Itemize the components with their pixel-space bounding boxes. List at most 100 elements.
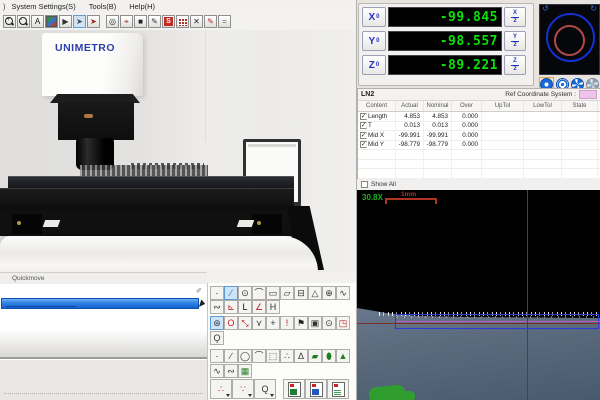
- toolbox-row: ∴∵Q✛: [210, 379, 357, 399]
- table-row[interactable]: ✓Mid X-99.991-99.9910.000: [358, 131, 600, 141]
- step-tool-icon[interactable]: L: [238, 300, 252, 314]
- menu-item[interactable]: Help(H): [129, 2, 155, 11]
- measure-points-button[interactable]: ∴: [210, 379, 232, 399]
- polygon-tool-icon[interactable]: ▱: [280, 286, 294, 300]
- text-label-icon[interactable]: A: [31, 15, 44, 28]
- table-row[interactable]: ✓Length4.8534.8530.000: [358, 112, 600, 122]
- axis-zero-button-x[interactable]: X0: [362, 7, 386, 27]
- menu-item[interactable]: Tools(B): [89, 2, 117, 11]
- width-tool-icon[interactable]: H: [266, 300, 280, 314]
- pen-icon[interactable]: ✎: [148, 15, 161, 28]
- image-capture-icon[interactable]: [45, 15, 58, 28]
- align-lines-icon[interactable]: =: [218, 15, 231, 28]
- table-row[interactable]: ✓Mid Y-98.779-98.7790.000: [358, 141, 600, 151]
- tri-node-icon[interactable]: ∆: [294, 349, 308, 363]
- sphere-tool-icon[interactable]: ⊕: [322, 286, 336, 300]
- cone-tool-icon[interactable]: △: [308, 286, 322, 300]
- closed-wave-tool-icon[interactable]: ∾: [224, 364, 238, 378]
- ref-coordinate-value[interactable]: [579, 90, 597, 99]
- circle-dot-tool-icon[interactable]: ⊙: [322, 316, 336, 330]
- image-box-tool-icon[interactable]: ▣: [308, 316, 322, 330]
- cylinder-solid-icon[interactable]: ⬮: [322, 349, 336, 363]
- measure-points-alt-button[interactable]: ∵: [232, 379, 254, 399]
- cell-lowtol: [524, 141, 562, 150]
- cell-uptol: [482, 131, 524, 140]
- point-select-icon[interactable]: ➤: [87, 15, 100, 28]
- report-grid-icon[interactable]: [176, 15, 189, 28]
- mark-tool-icon[interactable]: !: [280, 316, 294, 330]
- measurement-viewport[interactable]: 30.8X 1mm: [357, 190, 600, 400]
- delete-icon[interactable]: ✕: [190, 15, 203, 28]
- stop-icon[interactable]: ■: [134, 15, 147, 28]
- cone-tool-icon-glyph: △: [312, 288, 319, 298]
- image-chip: [46, 16, 57, 27]
- construct-line-icon[interactable]: ∕: [224, 349, 238, 363]
- node-link-icon[interactable]: ∴: [280, 349, 294, 363]
- rectangle-tool-icon[interactable]: ▭: [266, 286, 280, 300]
- export-table-button[interactable]: [327, 379, 349, 399]
- axis-zero-button-y[interactable]: Y0: [362, 31, 386, 51]
- point-tool-icon[interactable]: ·: [210, 286, 224, 300]
- intersection-tool-icon[interactable]: ⋎: [252, 316, 266, 330]
- table-row[interactable]: ✓T0.0130.0130.000: [358, 122, 600, 132]
- show-all-checkbox[interactable]: [361, 181, 368, 188]
- circle-tool-icon[interactable]: ◎: [106, 15, 119, 28]
- column-header: Content: [358, 101, 396, 111]
- cylinder-tool-icon[interactable]: ⊟: [294, 286, 308, 300]
- menu-item[interactable]: System Settings(S): [12, 2, 76, 11]
- plus-tool-icon-glyph: +: [270, 318, 275, 328]
- construct-point-icon[interactable]: ·: [210, 349, 224, 363]
- quickmove-progress[interactable]: [1, 298, 199, 309]
- row-checkbox[interactable]: ✓: [360, 132, 367, 139]
- flag-tool-icon[interactable]: ⚑: [294, 316, 308, 330]
- ring-tool-icon[interactable]: O: [224, 316, 238, 330]
- empty-cell: [358, 150, 396, 159]
- angle-point-tool-icon[interactable]: ⊾: [224, 300, 238, 314]
- export-doc-green-button[interactable]: [283, 379, 305, 399]
- construct-rect-icon[interactable]: ⬚: [266, 349, 280, 363]
- run-icon[interactable]: ▶: [59, 15, 72, 28]
- circle-tool-icon-glyph: ◎: [109, 18, 116, 26]
- zoom-in-icon[interactable]: +: [3, 15, 16, 28]
- script-icon[interactable]: S: [162, 15, 175, 28]
- probe-tool-icon-glyph: ⌖: [124, 18, 129, 26]
- cell-lowtol: [524, 112, 562, 121]
- search-feature-button[interactable]: Q: [254, 379, 276, 399]
- stage-navigation-widget[interactable]: ↺ ↻: [539, 4, 600, 75]
- draw-red-icon[interactable]: ✎: [204, 15, 217, 28]
- line-tool-icon[interactable]: ∕: [224, 286, 238, 300]
- circle-tool-icon[interactable]: ⊙: [238, 286, 252, 300]
- axis-zero-button-z[interactable]: Z0: [362, 55, 386, 75]
- corner-tool-icon[interactable]: ◳: [336, 316, 350, 330]
- export-doc-blue-button[interactable]: [305, 379, 327, 399]
- rotate-ccw-icon[interactable]: ↺: [542, 5, 549, 13]
- construct-circle-icon[interactable]: ◯: [238, 349, 252, 363]
- plus-tool-icon[interactable]: +: [266, 316, 280, 330]
- row-checkbox[interactable]: ✓: [360, 122, 367, 129]
- row-checkbox[interactable]: ✓: [360, 113, 367, 120]
- eraser-icon[interactable]: ✐: [196, 287, 202, 295]
- construct-arc-icon[interactable]: ⌒: [252, 349, 266, 363]
- axis-half-button-y[interactable]: Y2: [504, 31, 526, 51]
- rotate-cw-icon[interactable]: ↻: [590, 5, 597, 13]
- curve-tool-icon[interactable]: ∿: [336, 286, 350, 300]
- zoom-out-icon[interactable]: -: [17, 15, 30, 28]
- axis-value-y: -98.557: [388, 31, 502, 51]
- angle-tool-icon[interactable]: ∠: [252, 300, 266, 314]
- wave-tool-icon[interactable]: ∿: [210, 364, 224, 378]
- axis-value-x: -99.845: [388, 7, 502, 27]
- plane-solid-icon[interactable]: ▰: [308, 349, 322, 363]
- closed-curve-tool-icon[interactable]: ∾: [210, 300, 224, 314]
- row-checkbox[interactable]: ✓: [360, 141, 367, 148]
- axis-half-button-x[interactable]: X2: [504, 7, 526, 27]
- probe-tool-icon[interactable]: ⌖: [120, 15, 133, 28]
- edge-trace-tool-icon[interactable]: ⤡: [238, 316, 252, 330]
- gear-circle-tool-icon[interactable]: ⊛: [210, 316, 224, 330]
- cone-solid-icon[interactable]: ▲: [336, 349, 350, 363]
- table-empty-row: [358, 169, 600, 179]
- axis-half-button-z[interactable]: Z2: [504, 55, 526, 75]
- q-trace-tool-icon[interactable]: Ǫ: [210, 331, 224, 345]
- chart-image-icon[interactable]: ▦: [238, 364, 252, 378]
- edge-select-icon[interactable]: ➤: [73, 15, 86, 28]
- arc-tool-icon[interactable]: ⌒: [252, 286, 266, 300]
